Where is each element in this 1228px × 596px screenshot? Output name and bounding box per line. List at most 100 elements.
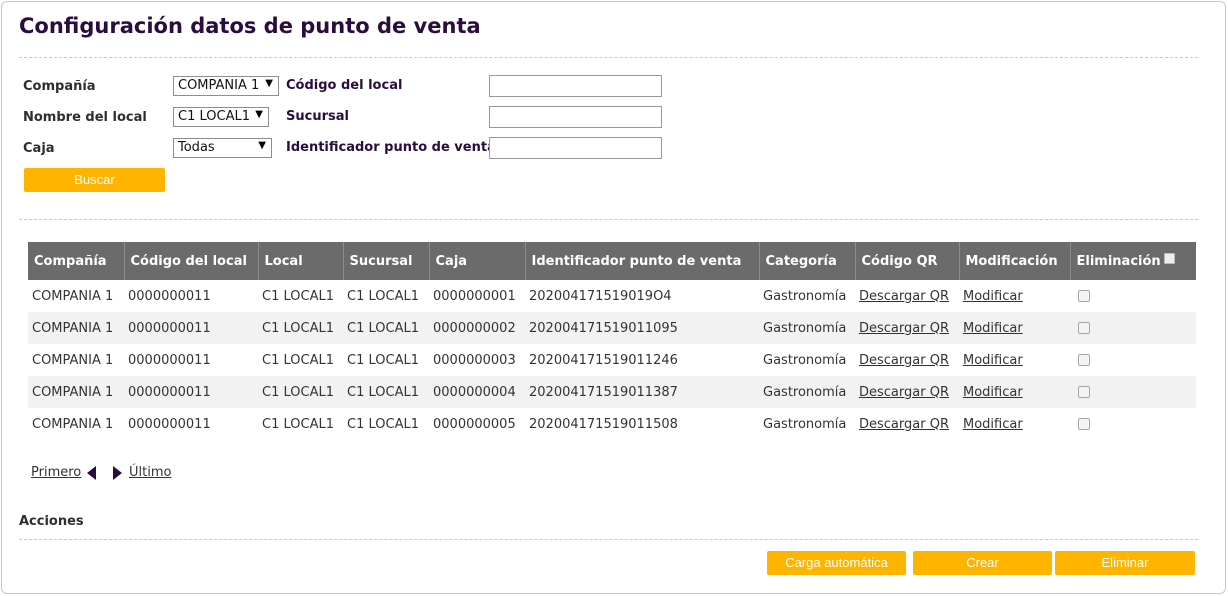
local-name-select[interactable]: C1 LOCAL1 ▼: [173, 107, 269, 127]
previous-page-icon[interactable]: [87, 466, 96, 480]
modify-link[interactable]: Modificar: [963, 385, 1023, 400]
table-cell: Descargar QR: [855, 344, 959, 376]
local-code-cell: 0000000011: [128, 352, 211, 368]
table-cell: Descargar QR: [855, 312, 959, 344]
local-code-input[interactable]: [489, 75, 662, 97]
table-cell: Gastronomía: [759, 408, 855, 440]
row-delete-checkbox[interactable]: [1078, 322, 1090, 334]
table-cell: COMPANIA 1: [28, 312, 124, 344]
local-code-label: Código del local: [286, 78, 403, 93]
modify-link[interactable]: Modificar: [963, 289, 1023, 304]
table-cell: Descargar QR: [855, 376, 959, 408]
sucursal-cell: C1 LOCAL1: [347, 320, 419, 336]
category-cell: Gastronomía: [763, 384, 847, 400]
sucursal-cell: C1 LOCAL1: [347, 416, 419, 432]
table-cell: C1 LOCAL1: [343, 408, 429, 440]
caja-select[interactable]: Todas ▼: [173, 138, 272, 158]
table-cell: [1070, 408, 1196, 440]
table-cell: [1070, 280, 1196, 312]
pos-id-cell: 202004171519019O4: [529, 288, 672, 304]
column-header-delete: Eliminación: [1070, 242, 1196, 280]
table-cell: [1070, 376, 1196, 408]
table-cell: C1 LOCAL1: [343, 312, 429, 344]
category-cell: Gastronomía: [763, 320, 847, 336]
table-cell: [1070, 312, 1196, 344]
column-header-modify: Modificación: [959, 242, 1071, 280]
search-button[interactable]: Buscar: [24, 168, 165, 192]
table-row: COMPANIA 1 0000000011 C1 LOCAL1 C1 LOCAL1 00…: [28, 280, 1196, 312]
table-cell: Gastronomía: [759, 376, 855, 408]
table-cell: 202004171519011246: [525, 344, 759, 376]
company-cell: COMPANIA 1: [32, 320, 114, 336]
modify-link[interactable]: Modificar: [963, 417, 1023, 432]
results-table: Compañía Código del local Local Sucursal…: [28, 242, 1196, 440]
table-cell: Modificar: [959, 280, 1070, 312]
row-delete-checkbox[interactable]: [1078, 386, 1090, 398]
row-delete-checkbox[interactable]: [1078, 418, 1090, 430]
table-cell: [1070, 344, 1196, 376]
table-cell: 0000000011: [124, 344, 258, 376]
company-select-value: COMPANIA 1: [178, 78, 260, 93]
table-cell: C1 LOCAL1: [258, 344, 343, 376]
table-cell: 0000000005: [429, 408, 525, 440]
table-cell: 0000000001: [429, 280, 525, 312]
download-qr-link[interactable]: Descargar QR: [859, 353, 949, 368]
column-header-local-code: Código del local: [124, 242, 259, 280]
table-cell: 0000000004: [429, 376, 525, 408]
table-cell: COMPANIA 1: [28, 408, 124, 440]
pos-id-cell: 202004171519011387: [529, 384, 678, 400]
download-qr-link[interactable]: Descargar QR: [859, 321, 949, 336]
table-cell: 0000000011: [124, 312, 258, 344]
pos-id-cell: 202004171519011095: [529, 320, 678, 336]
caja-select-value: Todas: [178, 140, 215, 155]
caja-cell: 0000000005: [433, 416, 516, 432]
column-header-caja: Caja: [429, 242, 526, 280]
table-cell: C1 LOCAL1: [258, 376, 343, 408]
delete-button[interactable]: Eliminar: [1055, 551, 1195, 575]
table-cell: 0000000011: [124, 280, 258, 312]
chevron-down-icon: ▼: [265, 78, 273, 89]
caja-cell: 0000000004: [433, 384, 516, 400]
page-container: Configuración datos de punto de venta Co…: [1, 1, 1226, 594]
company-cell: COMPANIA 1: [32, 416, 114, 432]
local-cell: C1 LOCAL1: [262, 416, 334, 432]
sucursal-cell: C1 LOCAL1: [347, 288, 419, 304]
table-header-row: Compañía Código del local Local Sucursal…: [28, 242, 1196, 280]
modify-link[interactable]: Modificar: [963, 321, 1023, 336]
local-code-cell: 0000000011: [128, 320, 211, 336]
table-cell: 0000000011: [124, 376, 258, 408]
first-page-link[interactable]: Primero: [31, 465, 81, 480]
table-cell: Modificar: [959, 408, 1070, 440]
download-qr-link[interactable]: Descargar QR: [859, 417, 949, 432]
sucursal-input[interactable]: [489, 106, 662, 128]
caja-cell: 0000000003: [433, 352, 516, 368]
last-page-link[interactable]: Último: [129, 465, 171, 480]
next-page-icon[interactable]: [113, 466, 122, 480]
table-cell: C1 LOCAL1: [258, 280, 343, 312]
pos-id-input[interactable]: [489, 137, 662, 159]
row-delete-checkbox[interactable]: [1078, 354, 1090, 366]
company-select[interactable]: COMPANIA 1 ▼: [173, 76, 279, 96]
table-cell: Gastronomía: [759, 344, 855, 376]
table-row: COMPANIA 1 0000000011 C1 LOCAL1 C1 LOCAL1 00…: [28, 408, 1196, 440]
select-all-checkbox[interactable]: [1163, 253, 1175, 264]
local-cell: C1 LOCAL1: [262, 288, 334, 304]
local-code-cell: 0000000011: [128, 416, 211, 432]
download-qr-link[interactable]: Descargar QR: [859, 289, 949, 304]
page-title: Configuración datos de punto de venta: [19, 14, 481, 38]
pos-id-cell: 202004171519011508: [529, 416, 678, 432]
download-qr-link[interactable]: Descargar QR: [859, 385, 949, 400]
table-row: COMPANIA 1 0000000011 C1 LOCAL1 C1 LOCAL1 00…: [28, 344, 1196, 376]
auto-load-button[interactable]: Carga automática: [767, 551, 906, 575]
row-delete-checkbox[interactable]: [1078, 290, 1090, 302]
table-cell: Modificar: [959, 344, 1070, 376]
create-button[interactable]: Crear: [913, 551, 1052, 575]
pos-id-label: Identificador punto de venta: [286, 140, 496, 155]
category-cell: Gastronomía: [763, 352, 847, 368]
local-cell: C1 LOCAL1: [262, 384, 334, 400]
modify-link[interactable]: Modificar: [963, 353, 1023, 368]
company-label: Compañía: [23, 79, 96, 94]
local-cell: C1 LOCAL1: [262, 352, 334, 368]
column-header-qr: Código QR: [855, 242, 960, 280]
table-cell: C1 LOCAL1: [258, 408, 343, 440]
